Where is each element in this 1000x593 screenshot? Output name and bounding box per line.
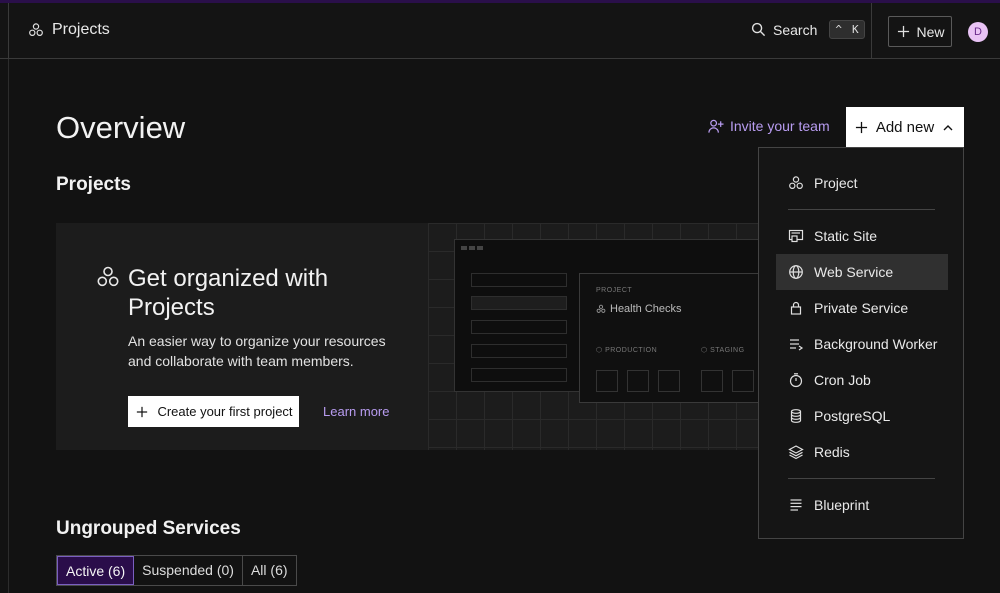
menu-item-label: Redis xyxy=(814,444,850,460)
database-icon xyxy=(788,408,804,424)
mock-service-tile xyxy=(658,370,680,392)
globe-icon xyxy=(788,264,804,280)
top-header: Projects Search ^ K New D xyxy=(0,3,1000,59)
avatar[interactable]: D xyxy=(968,22,988,42)
layers-icon xyxy=(788,444,804,460)
invite-label: Invite your team xyxy=(730,118,830,134)
menu-item-blueprint[interactable]: Blueprint xyxy=(776,487,948,523)
breadcrumb[interactable]: Projects xyxy=(28,21,110,39)
mock-env-staging: ⬡ STAGING xyxy=(701,347,745,354)
mock-service-tile xyxy=(596,370,618,392)
page-title: Overview xyxy=(56,110,186,145)
projects-promo-card: Get organized with Projects An easier wa… xyxy=(56,223,776,450)
mock-list-row xyxy=(471,344,567,358)
tab-all[interactable]: All (6) xyxy=(243,556,296,585)
promo-description: An easier way to organize your resources… xyxy=(128,333,386,369)
project-icon xyxy=(96,265,120,289)
menu-divider xyxy=(788,478,935,479)
promo-title: Get organized with Projects xyxy=(128,265,329,321)
create-project-button[interactable]: Create your first project xyxy=(128,396,299,427)
mock-list-row xyxy=(471,273,567,287)
mock-list-row xyxy=(471,320,567,334)
menu-item-label: Private Service xyxy=(814,300,909,316)
menu-item-postgresql[interactable]: PostgreSQL xyxy=(776,398,948,434)
invite-team-link[interactable]: Invite your team xyxy=(708,118,830,134)
menu-item-web-service[interactable]: Web Service xyxy=(776,254,948,290)
add-new-menu: Project Static Site Web Service Private … xyxy=(758,147,964,539)
breadcrumb-label: Projects xyxy=(52,21,110,38)
status-filter-tabs: Active (6) Suspended (0) All (6) xyxy=(56,555,297,586)
header-divider xyxy=(871,3,872,59)
tab-active[interactable]: Active (6) xyxy=(57,556,135,585)
menu-item-background-worker[interactable]: Background Worker xyxy=(776,326,948,362)
add-user-icon xyxy=(708,118,724,134)
menu-item-private-service[interactable]: Private Service xyxy=(776,290,948,326)
new-button-label: New xyxy=(916,23,945,40)
menu-item-label: Cron Job xyxy=(814,372,871,388)
env-staging-label: STAGING xyxy=(710,347,745,354)
project-icon xyxy=(788,175,804,191)
ungrouped-services-heading: Ungrouped Services xyxy=(56,518,241,539)
chevron-up-icon xyxy=(940,120,956,136)
keyboard-shortcut: ^ K xyxy=(829,20,865,39)
sidebar-edge xyxy=(8,59,9,593)
menu-item-cron-job[interactable]: Cron Job xyxy=(776,362,948,398)
project-icon xyxy=(596,304,606,314)
window-dots xyxy=(461,246,483,250)
menu-item-label: Background Worker xyxy=(814,336,938,352)
menu-divider xyxy=(788,209,935,210)
menu-item-label: Project xyxy=(814,175,858,191)
worker-icon xyxy=(788,336,804,352)
search-icon xyxy=(750,22,766,38)
shortcut-key: K xyxy=(851,23,859,36)
search-button[interactable]: Search ^ K xyxy=(750,20,865,39)
new-button[interactable]: New xyxy=(888,16,952,47)
add-new-button[interactable]: Add new xyxy=(846,107,964,148)
plus-icon xyxy=(134,404,150,420)
mock-project-name: Health Checks xyxy=(610,303,682,315)
timer-icon xyxy=(788,372,804,388)
mock-service-tile xyxy=(732,370,754,392)
menu-item-redis[interactable]: Redis xyxy=(776,434,948,470)
mock-list-row xyxy=(471,368,567,382)
mock-service-tile xyxy=(701,370,723,392)
header-left-rail xyxy=(8,3,9,59)
static-site-icon xyxy=(788,228,804,244)
learn-more-link[interactable]: Learn more xyxy=(323,404,389,419)
shortcut-modifier: ^ xyxy=(835,23,842,36)
menu-item-label: PostgreSQL xyxy=(814,408,891,424)
create-project-label: Create your first project xyxy=(157,404,293,419)
blueprint-icon xyxy=(788,497,804,513)
mock-list-row xyxy=(471,296,567,310)
plus-icon xyxy=(854,120,870,136)
menu-item-label: Blueprint xyxy=(814,497,870,513)
lock-icon xyxy=(788,300,804,316)
menu-item-label: Web Service xyxy=(814,264,894,280)
tab-suspended[interactable]: Suspended (0) xyxy=(134,556,243,585)
menu-item-static-site[interactable]: Static Site xyxy=(776,218,948,254)
plus-icon xyxy=(895,24,911,40)
search-label: Search xyxy=(773,21,818,38)
mock-env-production: ⬡ PRODUCTION xyxy=(596,347,658,354)
menu-item-label: Static Site xyxy=(814,228,878,244)
promo-illustration: PROJECT Health Checks ⬡ PRODUCTION ⬡ STA… xyxy=(454,239,776,403)
mock-service-tile xyxy=(627,370,649,392)
add-new-label: Add new xyxy=(875,119,935,136)
mock-project-label: PROJECT xyxy=(596,287,633,294)
projects-heading: Projects xyxy=(56,174,131,195)
menu-item-project[interactable]: Project xyxy=(776,165,948,201)
env-production-label: PRODUCTION xyxy=(605,347,658,354)
mock-project-title: Health Checks xyxy=(596,303,682,315)
project-icon xyxy=(28,22,44,38)
